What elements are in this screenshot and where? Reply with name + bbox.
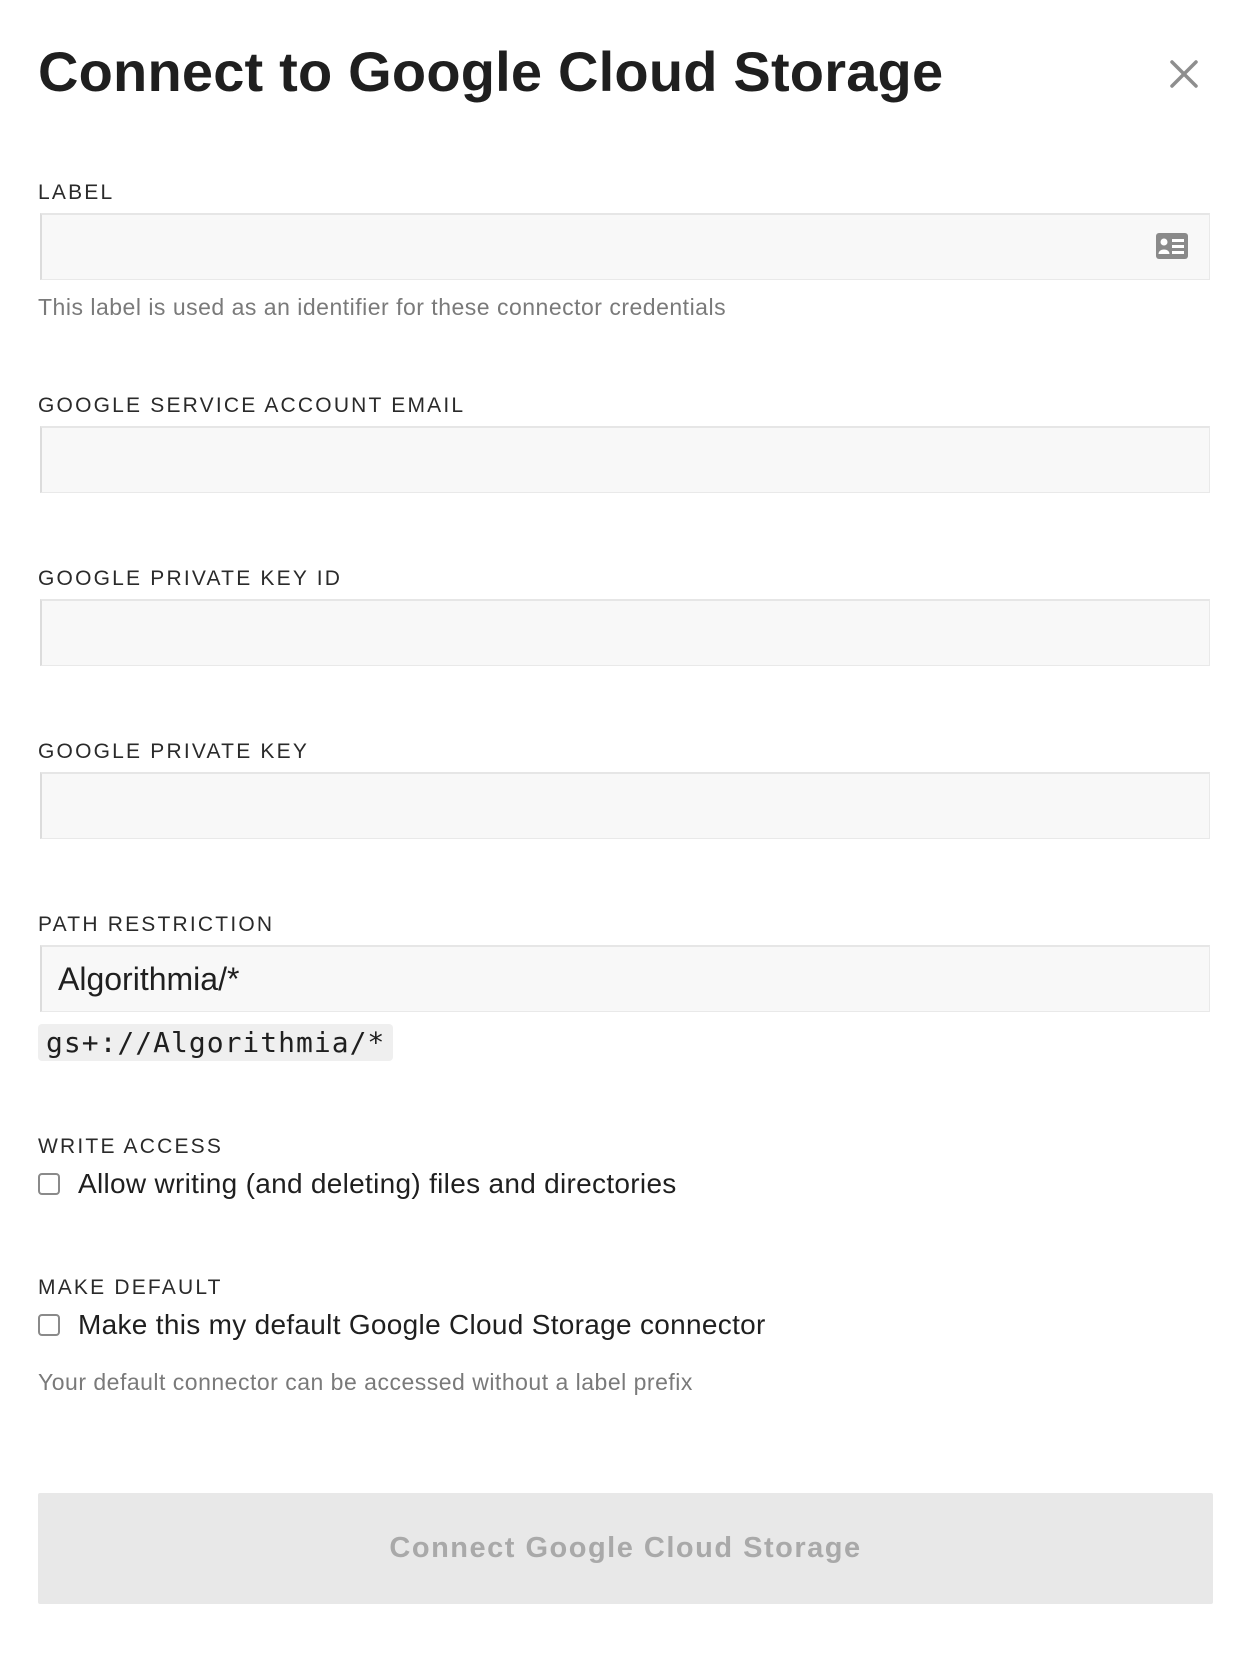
service-account-email-label: GOOGLE SERVICE ACCOUNT EMAIL — [38, 394, 466, 417]
make-default-label: MAKE DEFAULT — [38, 1276, 223, 1299]
make-default-option[interactable]: Make this my default Google Cloud Storag… — [38, 1309, 766, 1341]
write-access-checkbox-text: Allow writing (and deleting) files and d… — [78, 1168, 677, 1199]
make-default-checkbox[interactable] — [38, 1314, 60, 1336]
make-default-checkbox-text: Make this my default Google Cloud Storag… — [78, 1309, 766, 1340]
close-icon[interactable] — [1160, 50, 1208, 98]
path-restriction-label: PATH RESTRICTION — [38, 913, 275, 936]
write-access-option[interactable]: Allow writing (and deleting) files and d… — [38, 1168, 677, 1200]
private-key-input[interactable] — [40, 772, 1210, 839]
path-restriction-input[interactable] — [40, 945, 1210, 1012]
private-key-id-label: GOOGLE PRIVATE KEY ID — [38, 567, 343, 590]
write-access-label: WRITE ACCESS — [38, 1135, 224, 1158]
make-default-help-text: Your default connector can be accessed w… — [38, 1369, 693, 1395]
write-access-checkbox[interactable] — [38, 1173, 60, 1195]
connect-button[interactable]: Connect Google Cloud Storage — [38, 1493, 1213, 1604]
connect-gcs-dialog: Connect to Google Cloud Storage LABEL Th… — [0, 0, 1240, 1662]
dialog-title: Connect to Google Cloud Storage — [38, 40, 944, 103]
label-field-label: LABEL — [38, 181, 115, 204]
service-account-email-input[interactable] — [40, 426, 1210, 493]
label-help-text: This label is used as an identifier for … — [38, 294, 727, 320]
private-key-label: GOOGLE PRIVATE KEY — [38, 740, 310, 763]
path-preview: gs+://Algorithmia/* — [38, 1024, 394, 1061]
private-key-id-input[interactable] — [40, 599, 1210, 666]
contact-card-icon[interactable] — [1155, 232, 1189, 260]
label-input[interactable] — [40, 213, 1210, 280]
